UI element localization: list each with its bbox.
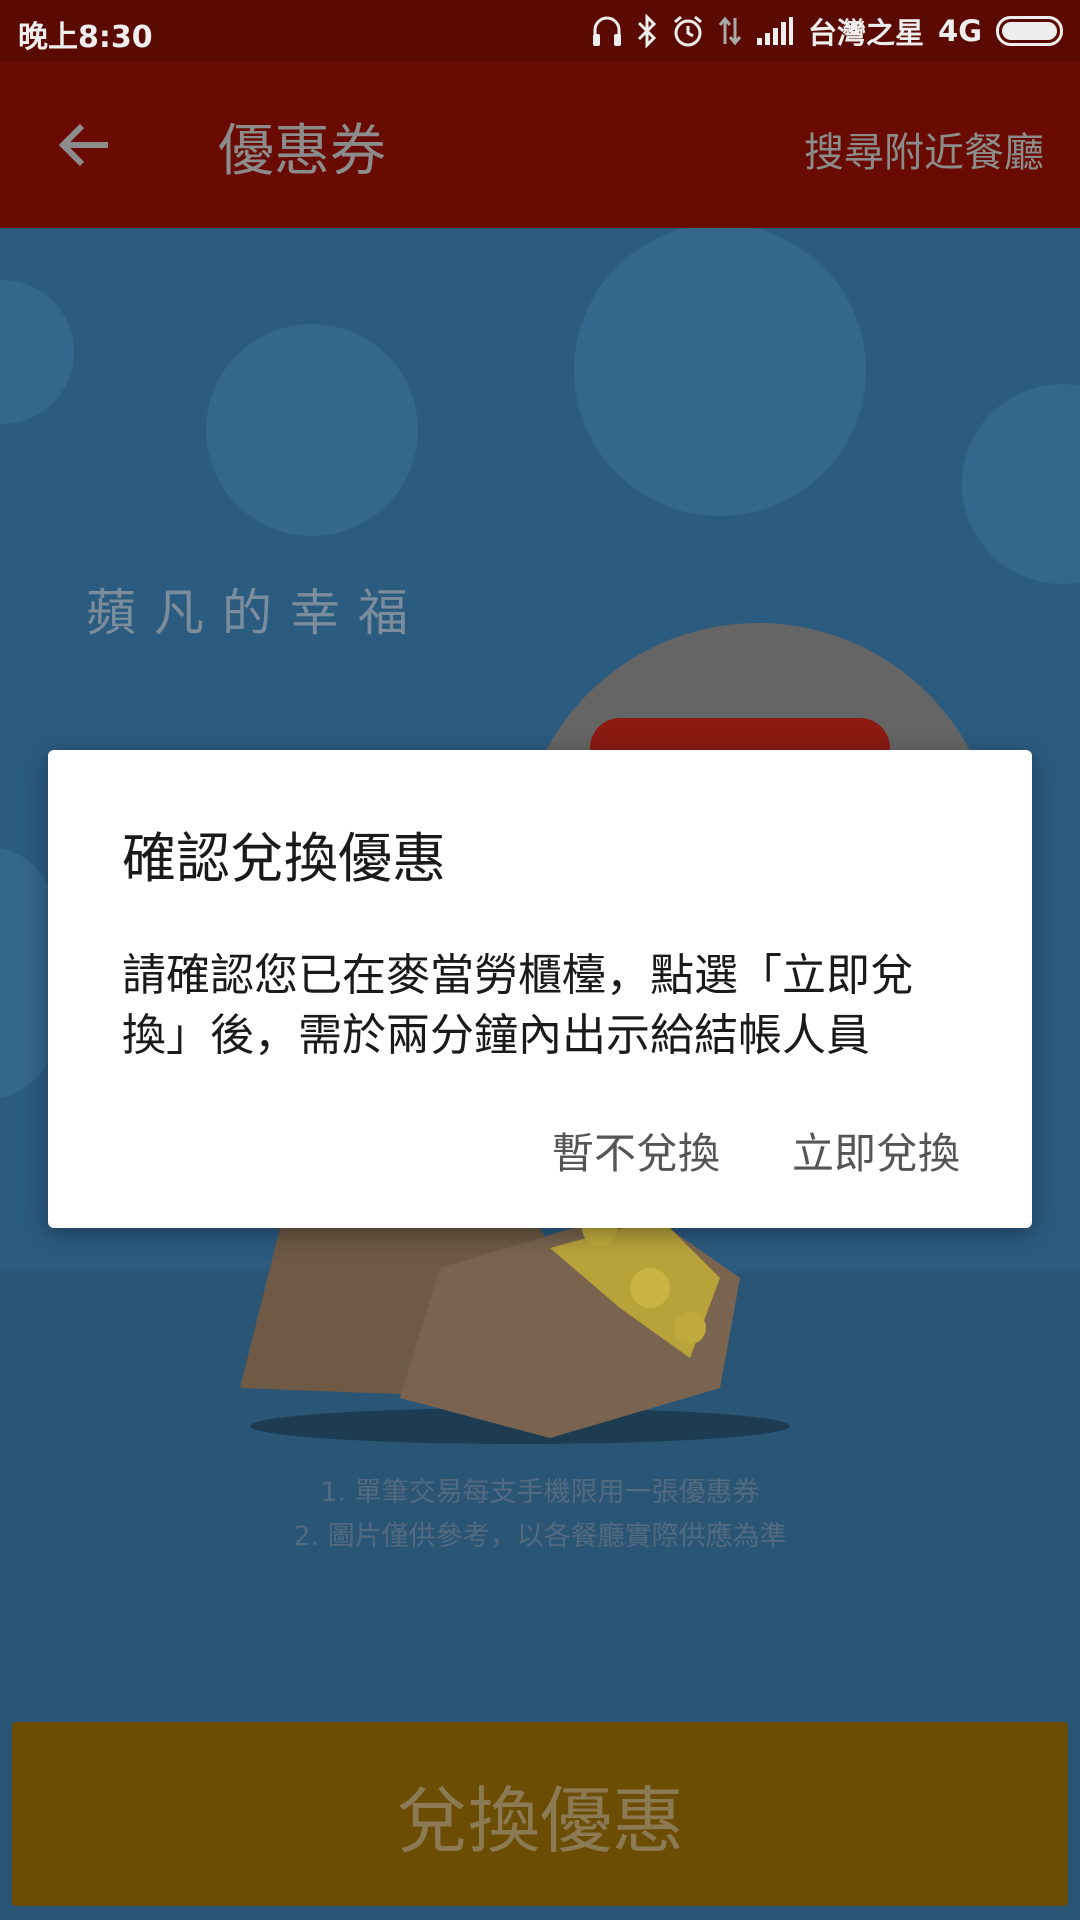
status-carrier: 台灣之星 [808, 16, 925, 50]
promo-subtitle: 蘋凡的幸福 [86, 584, 426, 642]
app-bar: 優惠券 搜尋附近餐廳 [0, 62, 1080, 228]
alarm-icon [672, 14, 704, 48]
redeem-button-label: 兌換優惠 [395, 1778, 684, 1863]
battery-icon [996, 16, 1066, 46]
coupon-note: 1. 單筆交易每支手機限用一張優惠券 [320, 1477, 760, 1508]
search-nearby-restaurants-link[interactable]: 搜尋附近餐廳 [804, 120, 1044, 178]
signal-icon [756, 16, 794, 46]
dialog-message: 請確認您已在麥當勞櫃檯，點選「立即兌換」後，需於兩分鐘內出示給結帳人員 [122, 950, 914, 1061]
bluetooth-icon [636, 14, 658, 48]
status-time: 晚上8:30 [18, 20, 153, 55]
data-arrows-icon [718, 14, 742, 48]
decor-bubble [0, 280, 74, 424]
back-button[interactable] [44, 112, 124, 182]
redeem-coupon-button[interactable]: 兌換優惠 [12, 1722, 1068, 1906]
status-icons: 台灣之星 4G [592, 10, 1066, 52]
headset-icon [592, 14, 622, 48]
confirm-redeem-dialog: 確認兌換優惠 請確認您已在麥當勞櫃檯，點選「立即兌換」後，需於兩分鐘內出示給結帳… [48, 750, 1032, 1228]
coupon-notes: 1. 單筆交易每支手機限用一張優惠券 2. 圖片僅供參考，以各餐廳實際供應為準 [0, 1471, 1080, 1559]
dialog-title: 確認兌換優惠 [122, 827, 446, 890]
decor-bubble [962, 384, 1080, 584]
arrow-left-icon [58, 122, 110, 172]
confirm-redeem-button[interactable]: 立即兌換 [792, 1120, 960, 1181]
status-bar: 晚上8:30 台灣之星 4G [0, 0, 1080, 62]
decor-bubble [574, 228, 866, 516]
status-network: 4G [938, 14, 982, 48]
decor-bubble [206, 324, 418, 536]
coupon-note: 2. 圖片僅供參考，以各餐廳實際供應為準 [293, 1521, 787, 1552]
page-title: 優惠券 [218, 119, 386, 184]
cancel-redeem-button[interactable]: 暫不兌換 [552, 1120, 720, 1181]
